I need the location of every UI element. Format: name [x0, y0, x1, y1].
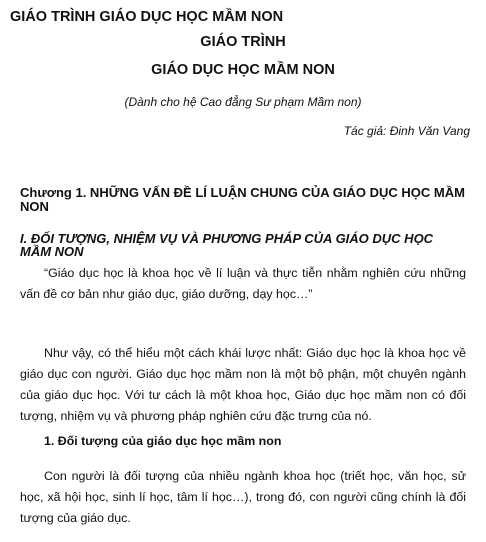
- center-title-line-1: GIÁO TRÌNH: [200, 34, 286, 50]
- paragraph-object-of-study: Con người là đối tượng của nhiều ngành k…: [20, 469, 466, 525]
- center-title-line-2: GIÁO DỤC HỌC MẦM NON: [151, 62, 335, 78]
- paragraph-definition-quote: “Giáo dục học là khoa học về lí luận và …: [20, 266, 466, 301]
- author-line: Tác giả: Đinh Văn Vang: [343, 124, 470, 138]
- document-page: GIÁO TRÌNH GIÁO DỤC HỌC MẦM NON GIÁO TRÌ…: [0, 0, 486, 542]
- section-heading: I. ĐỐI TƯỢNG, NHIỆM VỤ VÀ PHƯƠNG PHÁP CỦ…: [20, 231, 434, 259]
- chapter-heading: Chương 1. NHỮNG VẤN ĐỀ LÍ LUẬN CHUNG CỦA…: [20, 185, 465, 214]
- subsection-heading: 1. Đối tượng của giáo dục học mầm non: [44, 434, 282, 448]
- document-subtitle: (Dành cho hệ Cao đẳng Sư phạm Mầm non): [124, 95, 362, 109]
- paragraph-explanation: Như vậy, có thể hiểu một cách khái lược …: [20, 346, 466, 423]
- document-title: GIÁO TRÌNH GIÁO DỤC HỌC MẦM NON: [10, 9, 284, 25]
